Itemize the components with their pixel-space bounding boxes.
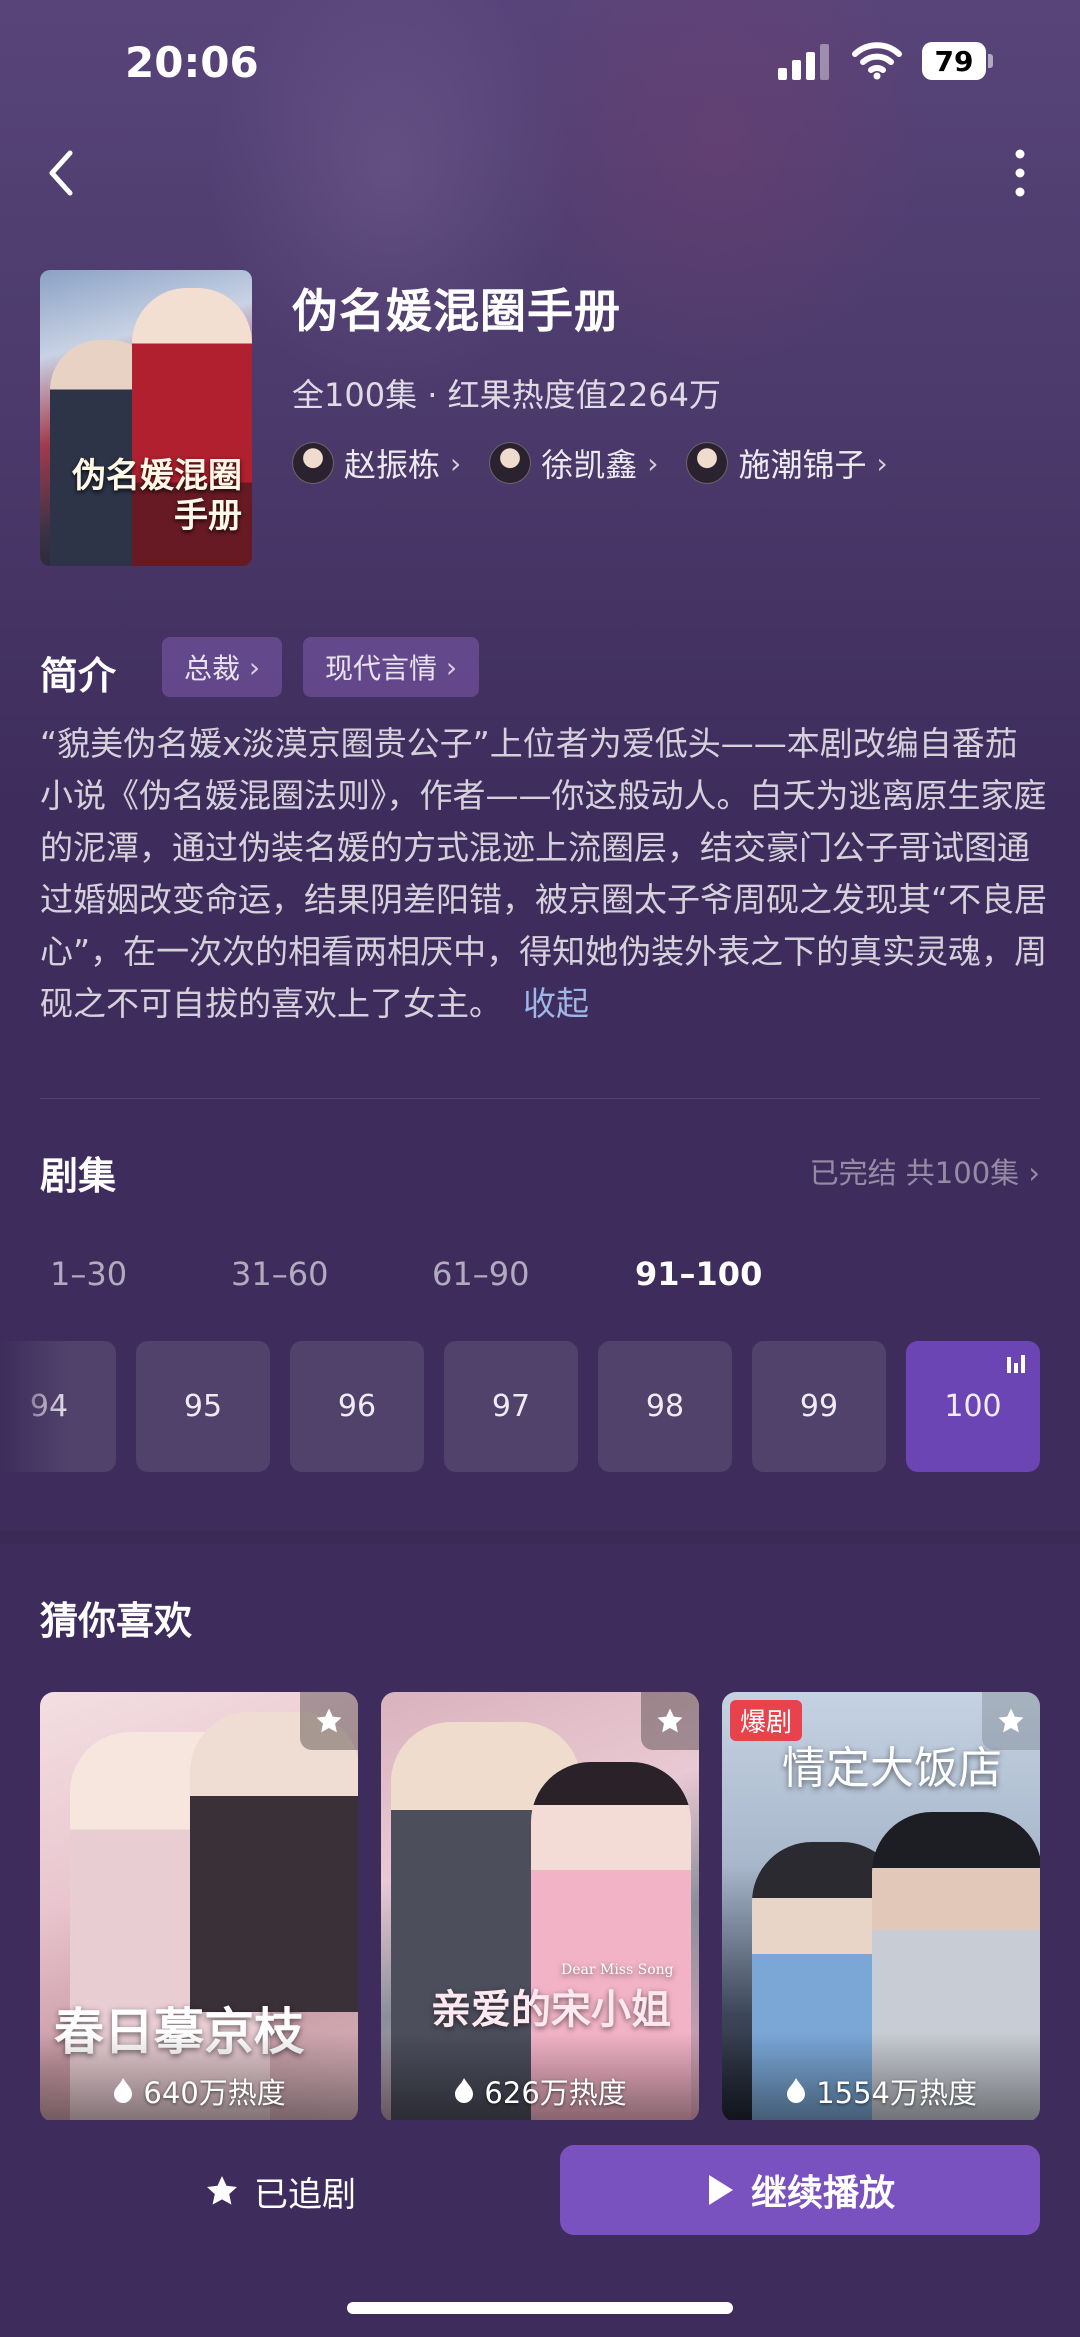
synopsis-text: “貌美伪名媛x淡漠京圈贵公子”上位者为爱低头——本剧改编自番茄小说《伪名媛混圈法… [40,724,1048,1023]
battery-icon: 79 [922,42,996,80]
signal-icon [778,44,829,80]
card-heat: 1554万热度 [722,2070,1040,2112]
avatar [686,442,729,484]
follow-button[interactable]: 已追剧 [40,2147,520,2235]
flame-icon [114,2078,133,2103]
chevron-right-icon: › [647,446,659,480]
divider [40,1098,1040,1099]
star-icon [207,2176,237,2205]
drama-title: 伪名媛混圈手册 [292,284,621,338]
episodes-status[interactable]: 已完结 共100集 › [810,1150,1040,1192]
actor-list: 赵振栋 › 徐凯鑫 › 施潮锦子 › [292,440,888,486]
actor-name: 施潮锦子 [738,446,867,484]
episodes-status-text: 已完结 共100集 [809,1156,1020,1190]
drama-poster[interactable]: 伪名媛混圈手册 [40,270,252,566]
scroll-fade [0,1330,70,1490]
card-figure [190,1712,358,2012]
chevron-right-icon: › [445,650,458,684]
range-tab-active[interactable]: 91–100 [635,1255,762,1293]
drama-meta: 全100集 · 红果热度值2264万 [292,376,722,414]
episode-button[interactable]: 95 [136,1341,270,1472]
favorite-button[interactable] [300,1692,358,1750]
actor-name: 徐凯鑫 [541,446,638,484]
tag-chip[interactable]: 总裁 › [162,637,283,697]
hot-badge: 爆剧 [730,1700,803,1741]
card-heat-text: 1554万热度 [816,2076,978,2110]
playing-indicator-icon [1007,1355,1025,1373]
follow-label: 已追剧 [254,2174,356,2215]
continue-play-button[interactable]: 继续播放 [560,2145,1040,2235]
section-separator [0,1530,1080,1544]
episode-number: 100 [944,1389,1002,1424]
chevron-right-icon: › [1028,1156,1040,1190]
tag-label: 总裁 [184,652,241,685]
range-tab[interactable]: 1–30 [50,1255,127,1293]
star-icon [657,1708,683,1733]
range-tab[interactable]: 31–60 [231,1255,328,1293]
star-icon [998,1708,1024,1733]
episode-button[interactable]: 98 [598,1341,732,1472]
card-title: 亲爱的宋小姐 [431,1986,671,2033]
intro-heading: 简介 [40,654,117,698]
episode-button[interactable]: 99 [752,1341,886,1472]
chevron-right-icon: › [876,446,888,480]
actor-item[interactable]: 赵振栋 › [292,440,461,486]
episode-button[interactable]: 97 [444,1341,578,1472]
flame-icon [786,2078,805,2103]
card-title: 情定大饭店 [782,1743,1002,1794]
chevron-right-icon: › [450,446,462,480]
wifi-icon [852,42,902,80]
star-icon [316,1708,342,1733]
episodes-heading: 剧集 [40,1154,117,1198]
recommend-card[interactable]: 春日摹京枝 640万热度 [40,1692,358,2122]
actor-name: 赵振栋 [344,446,441,484]
tag-chip[interactable]: 现代言情 › [303,637,480,697]
episode-button-current[interactable]: 100 [906,1341,1040,1472]
collapse-link[interactable]: 收起 [523,984,589,1023]
more-icon[interactable] [1000,145,1040,201]
flame-icon [455,2078,474,2103]
recommend-card[interactable]: 情定大饭店 爆剧 1554万热度 [722,1692,1040,2122]
card-heat: 640万热度 [40,2070,358,2112]
card-heat-text: 640万热度 [143,2076,286,2110]
status-time: 20:06 [125,38,259,87]
play-icon [708,2175,733,2205]
card-heat: 626万热度 [381,2070,699,2112]
chevron-right-icon: › [248,650,261,684]
range-tab[interactable]: 61–90 [432,1255,529,1293]
favorite-button[interactable] [982,1692,1040,1750]
tag-label: 现代言情 [325,652,438,685]
play-label: 继续播放 [750,2173,895,2214]
recommend-heading: 猜你喜欢 [40,1599,193,1643]
home-indicator [347,2302,733,2314]
recommend-card[interactable]: 亲爱的宋小姐 Dear Miss Song 626万热度 [381,1692,699,2122]
avatar [489,442,532,484]
episode-button[interactable]: 96 [290,1341,424,1472]
battery-level: 79 [922,42,986,80]
poster-title: 伪名媛混圈手册 [72,456,242,536]
actor-item[interactable]: 徐凯鑫 › [489,440,658,486]
actor-item[interactable]: 施潮锦子 › [686,440,888,486]
card-subtitle: Dear Miss Song [561,1962,674,1978]
card-heat-text: 626万热度 [484,2076,627,2110]
favorite-button[interactable] [641,1692,699,1750]
synopsis: “貌美伪名媛x淡漠京圈贵公子”上位者为爱低头——本剧改编自番茄小说《伪名媛混圈法… [40,718,1050,1030]
avatar [292,442,334,484]
back-icon[interactable] [40,145,84,201]
